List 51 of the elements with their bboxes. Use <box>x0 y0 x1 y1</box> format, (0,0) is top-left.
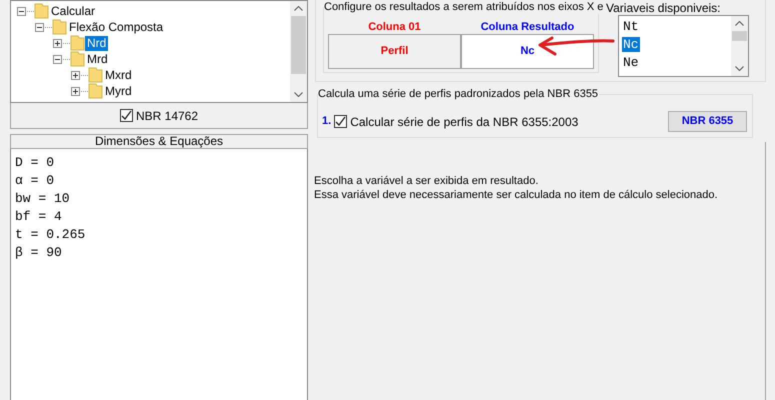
variable-list[interactable]: Nt Nc Ne <box>618 15 749 77</box>
folder-icon <box>52 19 67 35</box>
item-number: 1. <box>322 114 332 130</box>
collapse-icon[interactable] <box>53 54 70 64</box>
checkbox[interactable] <box>120 109 133 122</box>
scrollbar[interactable] <box>731 16 748 76</box>
nbr-button[interactable]: NBR 6355 <box>668 111 747 132</box>
expand-icon[interactable] <box>71 70 88 80</box>
message-text: Essa variável deve necessariamente ser calculada no item de cálculo selecionado. <box>314 188 719 202</box>
list-label: Variaveis disponiveis: <box>606 1 722 15</box>
scroll-up-icon[interactable] <box>735 21 744 26</box>
result-cell[interactable]: Nc <box>461 34 594 69</box>
folder-icon <box>70 35 85 51</box>
folder-icon <box>88 83 103 99</box>
equation-line: β = 90 <box>15 244 63 262</box>
tree-item[interactable]: Calcular <box>49 4 98 18</box>
panel-header: Dimensões & Equações <box>10 134 308 149</box>
equation-line: t = 0.265 <box>15 226 86 244</box>
scroll-up-icon[interactable] <box>294 6 303 11</box>
scroll-down-icon[interactable] <box>735 66 744 71</box>
tree-item[interactable]: Mxrd <box>103 68 134 82</box>
expand-icon[interactable] <box>71 86 88 96</box>
message-text: Escolha a variável a ser exibida em resultado. <box>314 174 540 188</box>
tree-item[interactable]: Flexão Composta <box>67 20 166 34</box>
result-cell[interactable]: Perfil <box>328 34 461 69</box>
group-legend: Configure os resultados a serem atribuídos nos eixos X e <box>324 0 604 14</box>
list-item[interactable]: Ne <box>622 55 640 70</box>
tree-item[interactable]: Nrd <box>85 36 108 50</box>
list-item[interactable]: Nc <box>622 37 640 52</box>
tree-item[interactable]: Myrd <box>103 84 134 98</box>
equation-line: α = 0 <box>15 172 56 190</box>
column-header: Coluna Resultado <box>480 20 576 34</box>
collapse-icon[interactable] <box>35 22 52 32</box>
folder-icon <box>88 67 103 83</box>
folder-icon <box>34 3 49 19</box>
scroll-down-icon[interactable] <box>294 92 303 97</box>
equation-line: D = 0 <box>15 154 56 172</box>
checkbox-label: NBR 14762 <box>136 108 198 124</box>
collapse-icon[interactable] <box>17 6 34 16</box>
folder-icon <box>70 51 85 67</box>
list-item[interactable]: Nt <box>622 19 640 34</box>
column-header: Coluna 01 <box>367 20 422 34</box>
checkbox-label: Calcular série de perfis da NBR 6355:2003 <box>350 114 578 130</box>
tree-item[interactable]: Mrd <box>85 52 110 66</box>
equation-line: bf = 4 <box>15 208 63 226</box>
checkbox[interactable] <box>334 115 348 128</box>
text-area[interactable]: D = 0 α = 0 bw = 10 bf = 4 t = 0.265 β = 90 <box>10 149 308 400</box>
expand-icon[interactable] <box>53 38 70 48</box>
equation-line: bw = 10 <box>15 190 71 208</box>
scrollbar[interactable] <box>290 1 307 102</box>
group-legend: Calcula uma série de perfis padronizados pela NBR 6355 <box>318 87 600 101</box>
